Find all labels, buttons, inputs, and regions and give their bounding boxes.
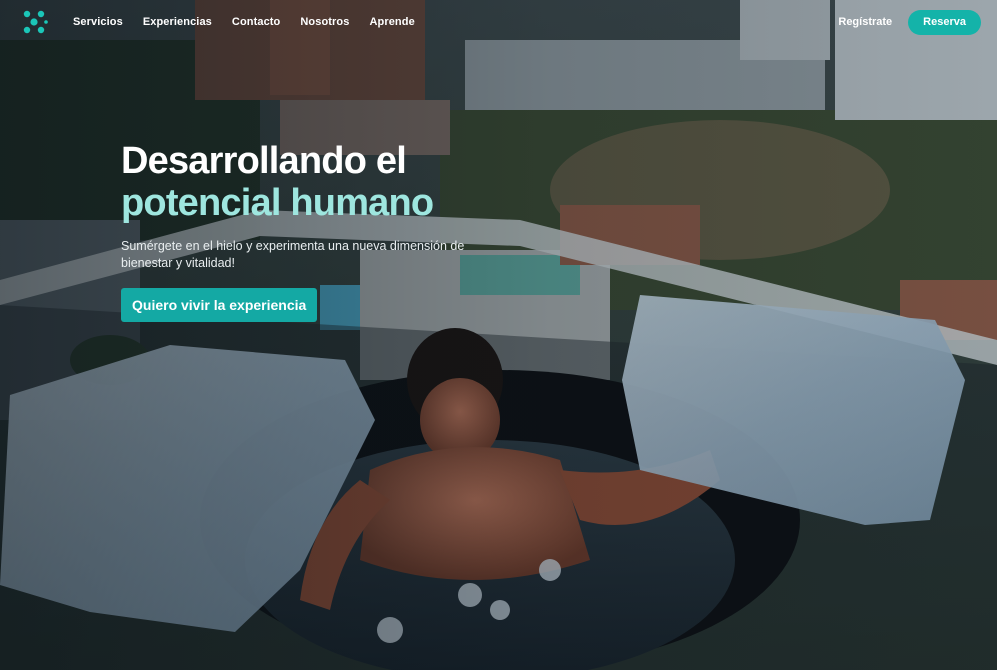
nav-link-experiencias[interactable]: Experiencias [143,16,212,28]
hero-title-line1: Desarrollando el [121,140,407,182]
top-navbar: Servicios Experiencias Contacto Nosotros… [0,0,997,44]
hero-title: Desarrollando el potencial humano [121,140,541,224]
nav-link-contacto[interactable]: Contacto [232,16,280,28]
nav-link-aprende[interactable]: Aprende [369,16,414,28]
cta-button[interactable]: Quiero vivir la experiencia [121,288,318,322]
register-link[interactable]: Regístrate [838,16,892,28]
hero-section: Servicios Experiencias Contacto Nosotros… [0,0,997,670]
nav-link-servicios[interactable]: Servicios [73,16,123,28]
hero-title-accent: potencial humano [121,182,434,224]
nav-links: Servicios Experiencias Contacto Nosotros… [73,16,415,28]
nav-actions: Regístrate Reserva [838,9,981,35]
nav-link-nosotros[interactable]: Nosotros [300,16,349,28]
molecule-logo-icon[interactable] [20,8,48,36]
reserve-button[interactable]: Reserva [908,9,981,35]
hero-content: Desarrollando el potencial humano Sumérg… [121,140,541,322]
hero-subtitle: Sumérgete en el hielo y experimenta una … [121,239,465,270]
hero-dark-overlay [0,0,997,670]
